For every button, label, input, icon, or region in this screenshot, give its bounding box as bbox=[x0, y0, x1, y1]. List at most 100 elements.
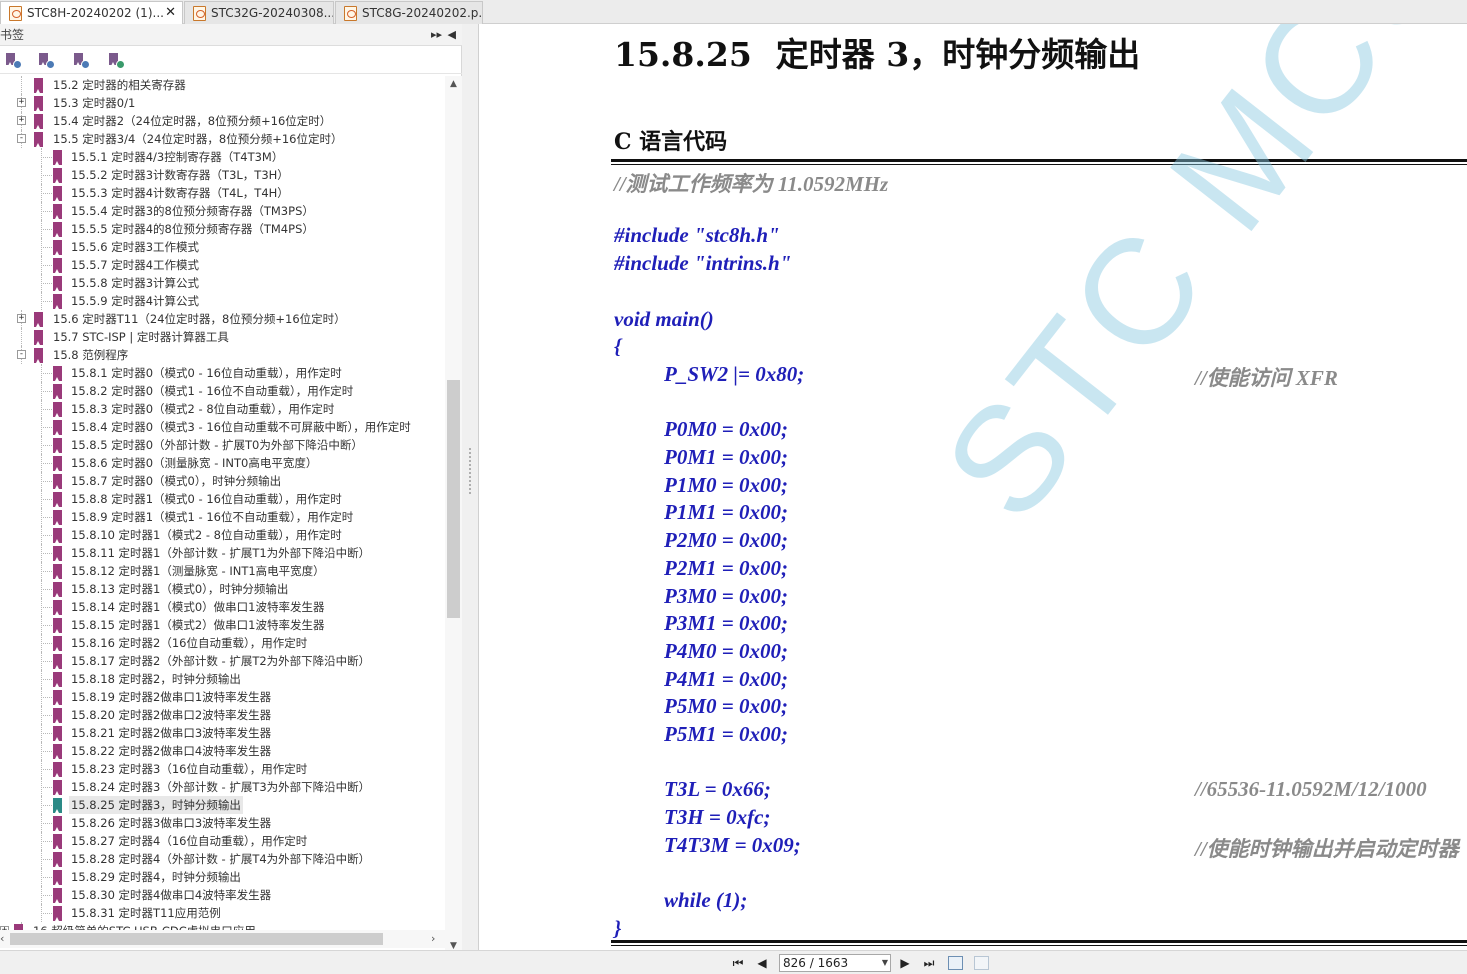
bookmark-item[interactable]: 15.8.27 定时器4（16位自动重载），用作定时 bbox=[0, 832, 445, 850]
bookmark-item[interactable]: 15.8.16 定时器2（16位自动重载），用作定时 bbox=[0, 634, 445, 652]
collapse-icon[interactable]: - bbox=[17, 134, 26, 143]
bookmark-icon bbox=[53, 276, 62, 291]
expand-icon[interactable]: + bbox=[17, 116, 26, 125]
bookmark-item[interactable]: 15.8.6 定时器0（测量脉宽 - INT0高电平宽度） bbox=[0, 454, 445, 472]
tree-guide-line bbox=[41, 499, 52, 500]
bookmark-item[interactable]: 15.8.13 定时器1（模式0），时钟分频输出 bbox=[0, 580, 445, 598]
bookmark-item[interactable]: 15.5.4 定时器3的8位预分频寄存器（TM3PS） bbox=[0, 202, 445, 220]
scroll-right-icon[interactable]: › bbox=[431, 930, 435, 948]
next-view-icon[interactable] bbox=[974, 956, 989, 970]
bookmark-item[interactable]: +15.3 定时器0/1 bbox=[0, 94, 445, 112]
bookmark-item[interactable]: 15.8.31 定时器T11应用范例 bbox=[0, 904, 445, 922]
bookmark-item[interactable]: 15.8.18 定时器2，时钟分频输出 bbox=[0, 670, 445, 688]
bookmark-item[interactable]: 15.8.2 定时器0（模式1 - 16位不自动重载），用作定时 bbox=[0, 382, 445, 400]
go-to-bookmark-icon[interactable] bbox=[72, 52, 90, 69]
next-page-icon[interactable]: ▶ bbox=[897, 955, 913, 971]
bookmark-item[interactable]: 15.5.6 定时器3工作模式 bbox=[0, 238, 445, 256]
bookmark-icon bbox=[53, 168, 62, 183]
bookmark-item[interactable]: 15.8.14 定时器1（模式0）做串口1波特率发生器 bbox=[0, 598, 445, 616]
bookmark-item[interactable]: 15.8.21 定时器2做串口3波特率发生器 bbox=[0, 724, 445, 742]
bookmark-item[interactable]: 15.5.7 定时器4工作模式 bbox=[0, 256, 445, 274]
add-bookmark-icon[interactable] bbox=[37, 52, 55, 69]
bookmark-item[interactable]: 15.8.8 定时器1（模式0 - 16位自动重载），用作定时 bbox=[0, 490, 445, 508]
bookmark-icon bbox=[53, 618, 62, 633]
collapse-left-icon[interactable]: ◀ bbox=[448, 24, 456, 46]
bookmark-item[interactable]: 15.5.5 定时器4的8位预分频寄存器（TM4PS） bbox=[0, 220, 445, 238]
last-page-icon[interactable]: ⏭ bbox=[921, 955, 937, 971]
bookmark-item[interactable]: 15.8.17 定时器2（外部计数 - 扩展T2为外部下降沿中断） bbox=[0, 652, 445, 670]
prev-page-icon[interactable]: ◀ bbox=[754, 955, 770, 971]
bookmark-icon bbox=[34, 132, 43, 147]
expand-all-bookmark-icon[interactable] bbox=[4, 52, 22, 69]
bookmark-item[interactable]: 15.8.23 定时器3（16位自动重载），用作定时 bbox=[0, 760, 445, 778]
previous-view-icon[interactable] bbox=[948, 956, 963, 970]
bookmark-item[interactable]: +15.4 定时器2（24位定时器，8位预分频+16位定时） bbox=[0, 112, 445, 130]
close-tab-icon[interactable]: ✕ bbox=[165, 2, 176, 24]
bookmark-item[interactable]: 15.8.24 定时器3（外部计数 - 扩展T3为外部下降沿中断） bbox=[0, 778, 445, 796]
bookmark-label: 15.3 定时器0/1 bbox=[53, 96, 136, 110]
scroll-left-icon[interactable]: ‹ bbox=[0, 930, 4, 948]
scrollbar-thumb[interactable] bbox=[447, 380, 460, 618]
horizontal-scrollbar[interactable]: ‹ › bbox=[0, 930, 445, 948]
bookmark-label: 15.8.30 定时器4做串口4波特率发生器 bbox=[71, 888, 272, 902]
first-page-icon[interactable]: ⏮ bbox=[730, 955, 746, 971]
pin-icon[interactable]: ▸▸ bbox=[431, 24, 442, 46]
vertical-scrollbar[interactable]: ▲ ▼ bbox=[445, 76, 462, 954]
tree-guide-line bbox=[41, 751, 52, 752]
hscrollbar-thumb[interactable] bbox=[10, 933, 383, 945]
bookmark-item[interactable]: 15.8.26 定时器3做串口3波特率发生器 bbox=[0, 814, 445, 832]
bookmark-options-icon[interactable] bbox=[107, 52, 125, 69]
bookmark-item[interactable]: 15.8.1 定时器0（模式0 - 16位自动重载），用作定时 bbox=[0, 364, 445, 382]
section-heading: 15.8.25 定时器 3，时钟分频输出 bbox=[614, 28, 1140, 76]
bookmark-item[interactable]: 15.8.29 定时器4，时钟分频输出 bbox=[0, 868, 445, 886]
tree-guide-line bbox=[41, 535, 52, 536]
tree-guide-line bbox=[41, 373, 52, 374]
bookmark-icon bbox=[53, 636, 62, 651]
expand-icon[interactable]: + bbox=[17, 314, 26, 323]
bookmark-item[interactable]: 15.8.7 定时器0（模式0），时钟分频输出 bbox=[0, 472, 445, 490]
bookmark-item[interactable]: 15.8.11 定时器1（外部计数 - 扩展T1为外部下降沿中断） bbox=[0, 544, 445, 562]
bookmark-icon bbox=[53, 186, 62, 201]
bookmark-item[interactable]: 15.8.25 定时器3，时钟分频输出 bbox=[0, 796, 445, 814]
collapse-icon[interactable]: - bbox=[17, 350, 26, 359]
panel-splitter[interactable] bbox=[462, 24, 479, 950]
tree-guide-line bbox=[41, 409, 52, 410]
bookmark-item[interactable]: 15.5.1 定时器4/3控制寄存器（T4T3M） bbox=[0, 148, 445, 166]
bookmark-label: 15.8.11 定时器1（外部计数 - 扩展T1为外部下降沿中断） bbox=[71, 546, 371, 560]
bookmark-item[interactable]: 15.8.3 定时器0（模式2 - 8位自动重载），用作定时 bbox=[0, 400, 445, 418]
bookmark-item[interactable]: 15.8.15 定时器1（模式2）做串口1波特率发生器 bbox=[0, 616, 445, 634]
tab-document-3[interactable]: STC8G-20240202.p... bbox=[335, 1, 483, 24]
chevron-down-icon[interactable]: ▼ bbox=[882, 955, 888, 971]
bookmark-item[interactable]: 15.5.2 定时器3计数寄存器（T3L，T3H） bbox=[0, 166, 445, 184]
bookmark-item[interactable]: 15.8.28 定时器4（外部计数 - 扩展T4为外部下降沿中断） bbox=[0, 850, 445, 868]
bookmark-icon bbox=[53, 564, 62, 579]
bookmark-label: 15.5.8 定时器3计算公式 bbox=[71, 276, 200, 290]
tree-guide-line bbox=[41, 859, 52, 860]
bookmark-item[interactable]: - 15.8 范例程序 bbox=[0, 346, 445, 364]
bookmark-item[interactable]: 15.8.4 定时器0（模式3 - 16位自动重载不可屏蔽中断），用作定时 bbox=[0, 418, 445, 436]
page-number-input[interactable]: 826 / 1663 ▼ bbox=[779, 954, 891, 972]
bookmark-item[interactable]: 15.8.22 定时器2做串口4波特率发生器 bbox=[0, 742, 445, 760]
bookmark-item[interactable]: 15.7 STC-ISP | 定时器计算器工具 bbox=[0, 328, 445, 346]
bookmark-item[interactable]: 15.8.12 定时器1（测量脉宽 - INT1高电平宽度） bbox=[0, 562, 445, 580]
tab-document-1[interactable]: STC8H-20240202 (1)... ✕ bbox=[0, 1, 183, 24]
bookmark-item[interactable]: +15.6 定时器T11（24位定时器，8位预分频+16位定时） bbox=[0, 310, 445, 328]
bookmark-item[interactable]: 15.5.9 定时器4计算公式 bbox=[0, 292, 445, 310]
bookmark-item[interactable]: 15.2 定时器的相关寄存器 bbox=[0, 76, 445, 94]
bookmark-item[interactable]: 15.8.9 定时器1（模式1 - 16位不自动重载），用作定时 bbox=[0, 508, 445, 526]
tree-guide-line bbox=[41, 841, 52, 842]
tab-document-2[interactable]: STC32G-20240308.... bbox=[184, 1, 334, 24]
tree-guide-line bbox=[41, 553, 52, 554]
bookmark-item[interactable]: 15.5.3 定时器4计数寄存器（T4L，T4H） bbox=[0, 184, 445, 202]
bookmark-item[interactable]: - 15.5 定时器3/4（24位定时器，8位预分频+16位定时） bbox=[0, 130, 445, 148]
scroll-up-icon[interactable]: ▲ bbox=[445, 76, 462, 92]
bookmark-item[interactable]: 15.8.19 定时器2做串口1波特率发生器 bbox=[0, 688, 445, 706]
bookmark-item[interactable]: 15.5.8 定时器3计算公式 bbox=[0, 274, 445, 292]
bookmark-item[interactable]: 15.8.30 定时器4做串口4波特率发生器 bbox=[0, 886, 445, 904]
bookmark-item[interactable]: 15.8.10 定时器1（模式2 - 8位自动重载），用作定时 bbox=[0, 526, 445, 544]
bookmark-item[interactable]: 15.8.20 定时器2做串口2波特率发生器 bbox=[0, 706, 445, 724]
bookmark-item[interactable]: 15.8.5 定时器0（外部计数 - 扩展T0为外部下降沿中断） bbox=[0, 436, 445, 454]
expand-icon[interactable]: + bbox=[17, 98, 26, 107]
splitter-grip-icon[interactable] bbox=[468, 447, 472, 495]
bookmark-label: 15.8.6 定时器0（测量脉宽 - INT0高电平宽度） bbox=[71, 456, 318, 470]
